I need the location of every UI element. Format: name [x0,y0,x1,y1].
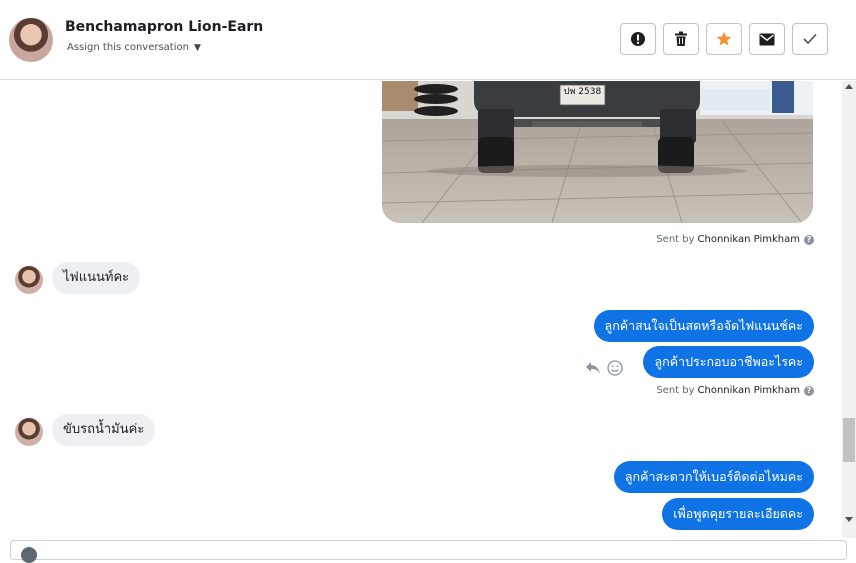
help-icon[interactable]: ? [804,385,814,396]
sent-by-label: Sent by [656,385,695,396]
outgoing-message[interactable]: ลูกค้าประกอบอาชีพอะไรคะ [643,346,814,378]
caret-down-icon: ▼ [193,43,201,53]
assign-conversation-dropdown[interactable]: Assign this conversation ▼ [67,42,201,53]
assign-label: Assign this conversation [67,42,189,53]
trash-icon [675,31,687,46]
scroll-up-arrow-icon[interactable] [845,84,853,89]
star-icon [716,31,732,46]
incoming-message[interactable]: ไฟแนนท์คะ [52,262,141,294]
delete-button[interactable] [663,23,699,55]
car-photo-attachment[interactable]: ปพ 2538 [382,81,813,223]
exclamation-icon [631,32,645,46]
incoming-message[interactable]: ขับรถน้ำมันค่ะ [52,414,156,446]
outgoing-message[interactable]: ลูกค้าสะดวกให้เบอร์ติดต่อไหมคะ [613,461,814,493]
conversation-header: Benchamapron Lion-Earn Assign this conve… [0,0,856,80]
mark-unread-button[interactable] [749,23,785,55]
sender-name[interactable]: Chonnikan Pimkham [698,234,800,245]
outgoing-message[interactable]: ลูกค้าสนใจเป็นสดหรือจัดไฟแนนช์คะ [593,310,814,342]
contact-name[interactable]: Benchamapron Lion-Earn [65,19,263,35]
composer-avatar-icon [21,547,37,563]
emoji-reaction-icon[interactable] [607,360,623,376]
scroll-down-arrow-icon[interactable] [845,517,853,522]
sender-name[interactable]: Chonnikan Pimkham [698,385,800,396]
star-button[interactable] [706,23,742,55]
reply-icon[interactable] [585,361,601,375]
sent-by-label: Sent by [656,234,695,245]
done-button[interactable] [792,23,828,55]
envelope-icon [759,33,775,45]
scroll-thumb[interactable] [843,418,855,462]
help-icon[interactable]: ? [804,234,814,245]
contact-avatar-small[interactable] [15,418,43,446]
outgoing-message[interactable]: เพื่อพูดคุยรายละเอียดคะ [662,498,814,530]
license-plate-text: ปพ 2538 [564,87,602,97]
message-hover-actions [585,360,623,376]
contact-avatar-small[interactable] [15,266,43,294]
sent-by-line: Sent by Chonnikan Pimkham ? [656,385,814,396]
sent-by-line: Sent by Chonnikan Pimkham ? [656,234,814,245]
message-composer[interactable] [10,540,847,563]
thread-scrollbar[interactable] [842,81,856,538]
check-icon [803,33,817,45]
contact-avatar[interactable] [9,18,53,62]
message-thread[interactable]: ปพ 2538 Sent by Chonnikan Pimkham ? ไฟแน… [0,81,842,538]
mark-spam-button[interactable] [620,23,656,55]
